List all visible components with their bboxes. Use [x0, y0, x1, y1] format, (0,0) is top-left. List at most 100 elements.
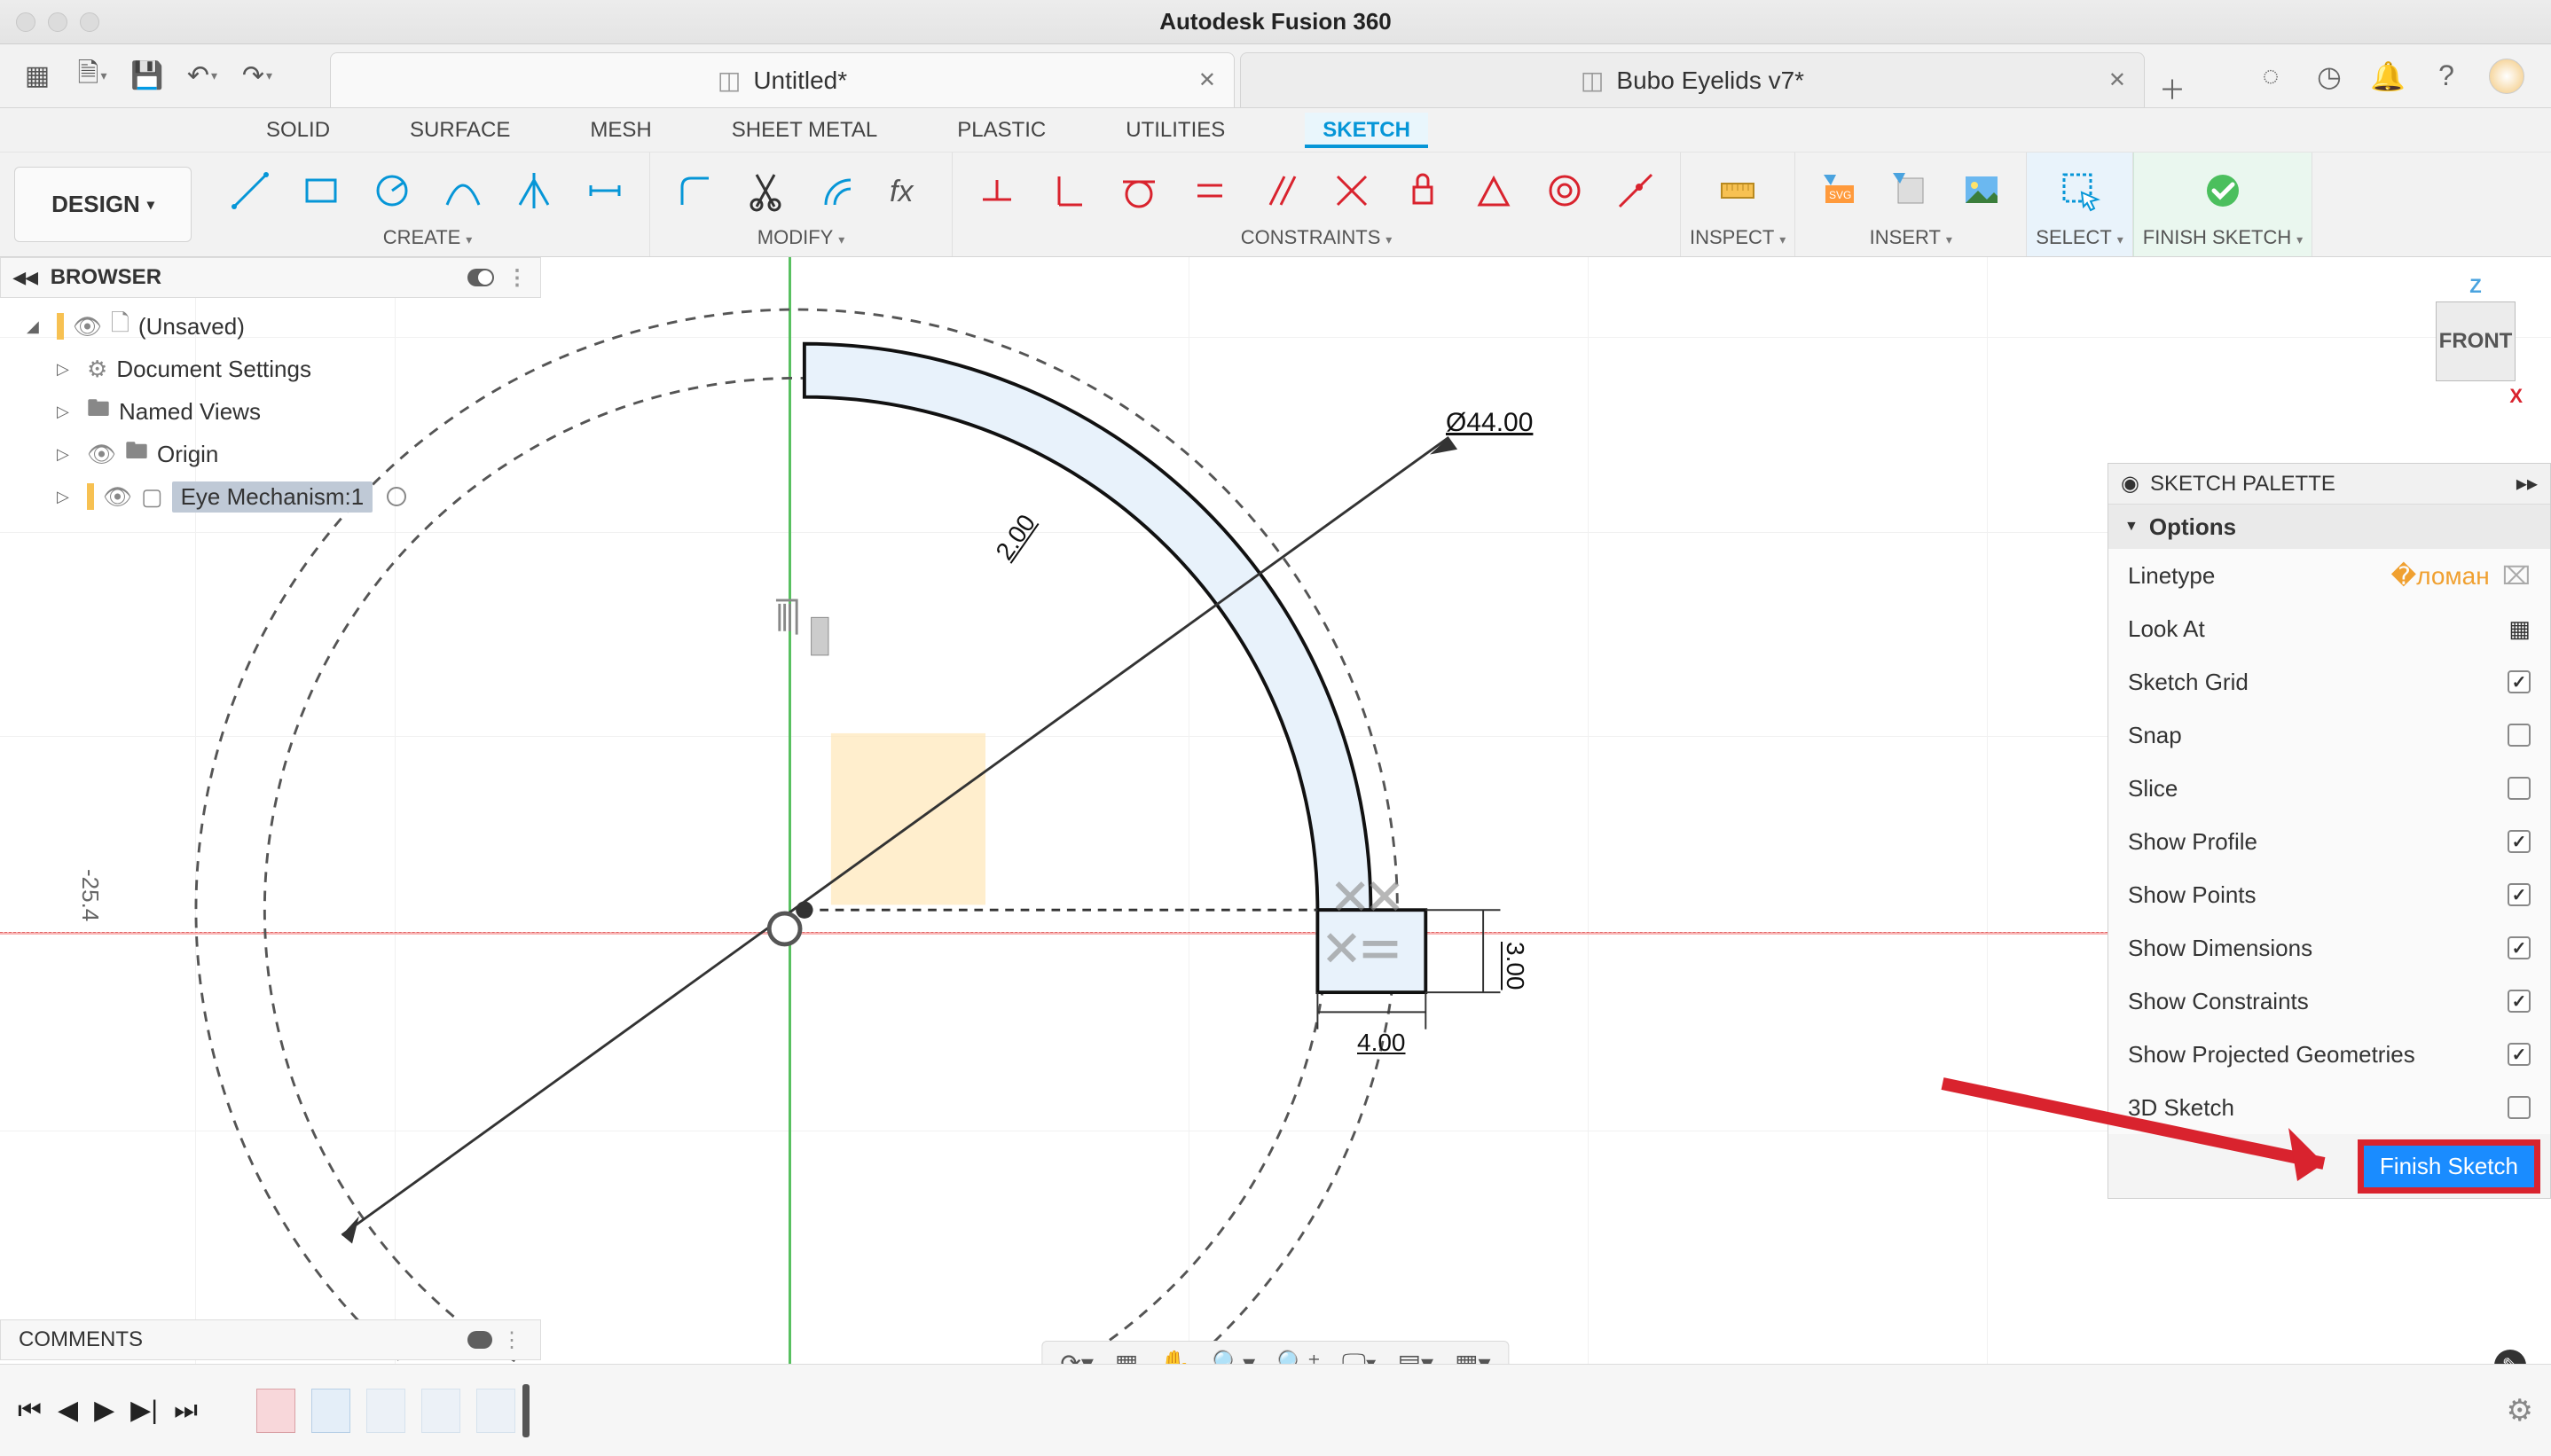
parallel-constraint-icon[interactable] — [1258, 168, 1304, 214]
coincident-constraint-icon[interactable] — [1613, 168, 1659, 214]
expand-icon[interactable]: ▷ — [57, 488, 78, 506]
ribbon-group-label[interactable]: MODIFY — [757, 223, 844, 249]
extensions-icon[interactable]: ◌ — [2255, 60, 2287, 92]
notifications-icon[interactable]: 🔔 — [2372, 60, 2404, 92]
ribbon-group-label[interactable]: SELECT — [2036, 223, 2123, 249]
comments-toggle[interactable] — [467, 1331, 492, 1349]
minimize-window-icon[interactable] — [48, 12, 67, 32]
checkbox[interactable] — [2508, 990, 2531, 1013]
dimension-diameter[interactable]: Ø44.00 — [1446, 408, 1533, 438]
select-tool-icon[interactable] — [2057, 168, 2103, 214]
visibility-icon[interactable]: 👁 — [103, 483, 132, 511]
palette-section-options[interactable]: Options — [2108, 505, 2550, 549]
visibility-icon[interactable]: 👁 — [87, 441, 116, 468]
collapse-icon[interactable]: ◀◀ — [13, 269, 38, 287]
ribbon-group-label[interactable]: CREATE — [383, 223, 473, 249]
visibility-icon[interactable]: 👁 — [73, 313, 102, 341]
ribbon-group-label[interactable]: INSERT — [1870, 223, 1952, 249]
insert-image-icon[interactable] — [1958, 168, 2005, 214]
finish-sketch-button[interactable]: Finish Sketch — [2360, 1142, 2538, 1191]
checkbox[interactable] — [2508, 724, 2531, 747]
close-window-icon[interactable] — [16, 12, 35, 32]
vertical-constraint-icon[interactable] — [1045, 168, 1091, 214]
save-icon[interactable]: 💾 — [131, 60, 163, 92]
timeline-play-icon[interactable]: ▶ — [94, 1395, 114, 1426]
data-panel-icon[interactable]: ▦ — [21, 60, 53, 92]
new-tab-button[interactable]: ＋ — [2150, 68, 2194, 107]
dimension-tab-width[interactable]: 4.00 — [1357, 1029, 1406, 1057]
panel-grip-icon[interactable]: ⋮ — [506, 265, 528, 291]
ribbon-tab-plastic[interactable]: PLASTIC — [957, 113, 1046, 148]
palette-header[interactable]: ◉ SKETCH PALETTE ▸▸ — [2108, 464, 2550, 505]
offset-tool-icon[interactable] — [813, 168, 859, 214]
ribbon-group-label[interactable]: CONSTRAINTS — [1241, 223, 1393, 249]
checkbox[interactable] — [2508, 883, 2531, 906]
midpoint-constraint-icon[interactable] — [1471, 168, 1517, 214]
checkbox[interactable] — [2508, 830, 2531, 853]
tree-item-document-settings[interactable]: ▷ ⚙ Document Settings — [0, 348, 541, 390]
timeline-playhead[interactable] — [522, 1384, 530, 1437]
timeline-feature[interactable] — [421, 1389, 460, 1433]
expand-icon[interactable]: ▷ — [57, 445, 78, 464]
user-avatar[interactable] — [2489, 59, 2524, 94]
expand-icon[interactable]: ▷ — [57, 360, 78, 379]
trim-tool-icon[interactable] — [742, 168, 789, 214]
insert-svg-icon[interactable]: SVG — [1817, 168, 1863, 214]
document-tab-untitled[interactable]: ◫ Untitled* ✕ — [330, 52, 1235, 107]
timeline-step-fwd-icon[interactable]: ▶| — [130, 1395, 158, 1426]
tree-item-origin[interactable]: ▷ 👁 🖿 Origin — [0, 433, 541, 475]
tree-item-named-views[interactable]: ▷ 🖿 Named Views — [0, 390, 541, 433]
parameters-icon[interactable]: fx — [884, 168, 930, 214]
timeline-start-icon[interactable]: ⏮ — [18, 1396, 42, 1426]
viewcube-face[interactable]: FRONT — [2436, 301, 2516, 381]
job-status-icon[interactable]: ◷ — [2313, 60, 2345, 92]
checkbox[interactable] — [2508, 936, 2531, 959]
redo-icon[interactable]: ↷ — [241, 60, 273, 92]
insert-dxf-icon[interactable] — [1888, 168, 1934, 214]
comments-panel-header[interactable]: COMMENTS ⋮ — [0, 1319, 541, 1360]
expand-icon[interactable]: ▷ — [57, 403, 78, 421]
arc-tool-icon[interactable] — [440, 168, 486, 214]
expand-icon[interactable]: ◢ — [27, 317, 48, 336]
concentric-constraint-icon[interactable] — [1542, 168, 1588, 214]
tree-item-eye-mechanism[interactable]: ▷ 👁 ▢ Eye Mechanism:1 — [0, 475, 541, 518]
document-tab-bubo[interactable]: ◫ Bubo Eyelids v7* ✕ — [1240, 52, 2145, 107]
browser-toggle[interactable] — [467, 269, 494, 286]
timeline-feature[interactable] — [311, 1389, 350, 1433]
panel-grip-icon[interactable]: ⋮ — [501, 1327, 522, 1353]
linetype-construction-icon[interactable]: �ломан — [2391, 561, 2490, 591]
checkbox[interactable] — [2508, 777, 2531, 800]
ribbon-group-label[interactable]: FINISH SKETCH — [2143, 223, 2303, 249]
timeline-end-icon[interactable]: ⏭ — [174, 1396, 198, 1426]
tree-root[interactable]: ◢ 👁 🗋 (Unsaved) — [0, 305, 541, 348]
zoom-window-icon[interactable] — [80, 12, 99, 32]
fillet-tool-icon[interactable] — [671, 168, 718, 214]
ribbon-tab-utilities[interactable]: UTILITIES — [1126, 113, 1225, 148]
horizontal-constraint-icon[interactable] — [974, 168, 1020, 214]
tangent-constraint-icon[interactable] — [1116, 168, 1162, 214]
rectangle-tool-icon[interactable] — [298, 168, 344, 214]
linetype-centerline-icon[interactable]: ⌧ — [2502, 561, 2531, 591]
workspace-switcher[interactable]: DESIGN — [14, 167, 192, 242]
timeline-feature-sketch[interactable] — [256, 1389, 295, 1433]
dimension-tool-icon[interactable] — [582, 168, 628, 214]
close-tab-icon[interactable]: ✕ — [1198, 67, 1216, 93]
ribbon-tab-sketch[interactable]: SKETCH — [1305, 113, 1428, 148]
pin-icon[interactable]: ▸▸ — [2516, 471, 2538, 497]
checkbox[interactable] — [2508, 1096, 2531, 1119]
viewcube[interactable]: Z FRONT X — [2427, 275, 2524, 408]
checkbox[interactable] — [2508, 1043, 2531, 1066]
browser-header[interactable]: ◀◀ BROWSER ⋮ — [0, 257, 541, 298]
ribbon-tab-solid[interactable]: SOLID — [266, 113, 330, 148]
checkbox[interactable] — [2508, 670, 2531, 693]
undo-icon[interactable]: ↶ — [186, 60, 218, 92]
timeline-feature[interactable] — [366, 1389, 405, 1433]
timeline-settings-icon[interactable]: ⚙ — [2507, 1393, 2533, 1429]
finish-sketch-icon[interactable] — [2200, 168, 2246, 214]
timeline-step-back-icon[interactable]: ◀ — [58, 1395, 78, 1426]
equal-constraint-icon[interactable] — [1187, 168, 1233, 214]
perpendicular-constraint-icon[interactable] — [1329, 168, 1375, 214]
help-icon[interactable]: ? — [2430, 60, 2462, 92]
close-tab-icon[interactable]: ✕ — [2108, 67, 2126, 93]
measure-tool-icon[interactable] — [1715, 168, 1761, 214]
